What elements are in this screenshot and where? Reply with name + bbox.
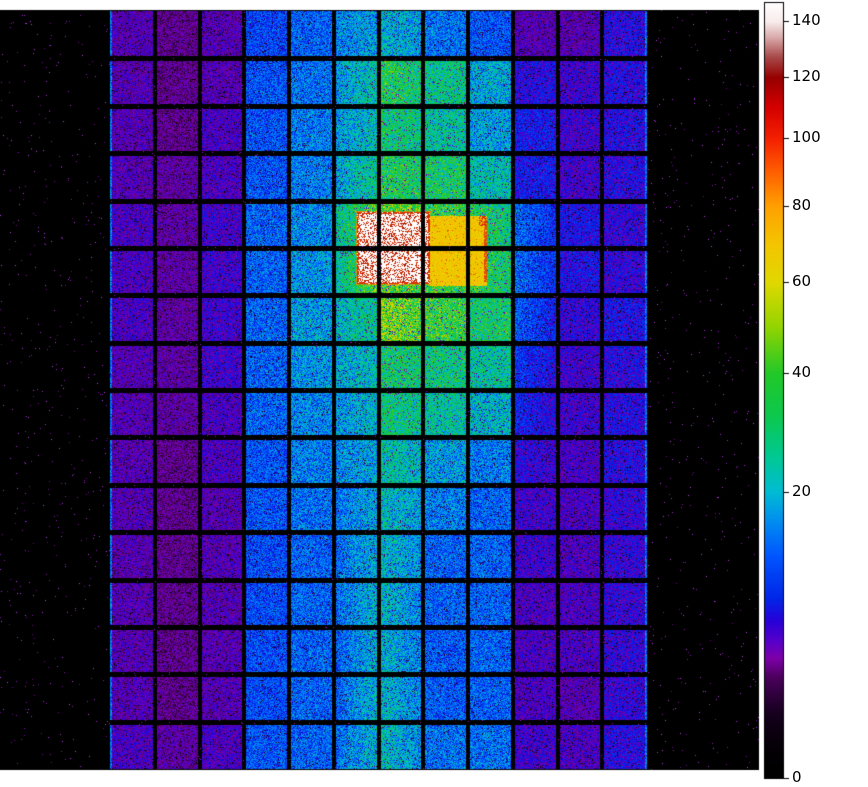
- detector-heatmap-canvas: [0, 0, 868, 783]
- colorbar-tick-label: 40: [792, 363, 812, 381]
- colorbar-tick-label: 0: [792, 768, 802, 786]
- detector-figure: 0 20 40 60 80 100 120 140: [0, 0, 868, 786]
- colorbar-tick-label: 140: [792, 11, 821, 29]
- colorbar-tick-label: 100: [792, 128, 821, 146]
- colorbar-tick-label: 20: [792, 482, 812, 500]
- colorbar-tick-label: 120: [792, 67, 821, 85]
- colorbar-tick-label: 80: [792, 196, 812, 214]
- colorbar-tick-label: 60: [792, 272, 812, 290]
